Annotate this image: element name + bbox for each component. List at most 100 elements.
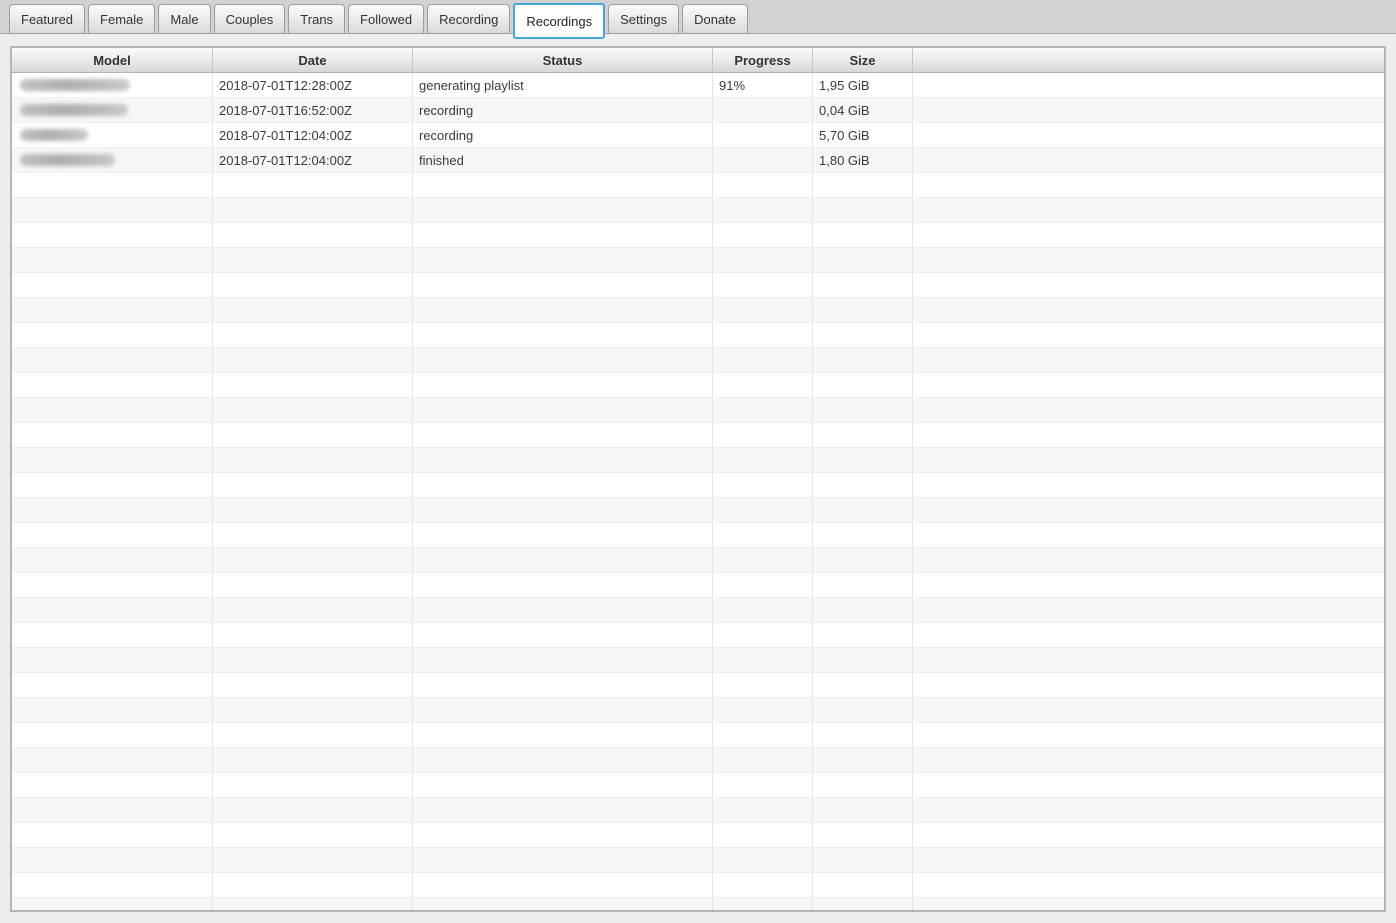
cell-extra [913,848,1384,872]
table-row[interactable]: 2018-07-01T16:52:00Z recording 0,04 GiB [12,98,1384,123]
cell-status [413,273,713,297]
tab-recording[interactable]: Recording [427,4,511,34]
tab-trans[interactable]: Trans [288,4,346,34]
cell-size [813,848,913,872]
cell-date [213,173,413,197]
table-header-row: Model Date Status Progress Size [12,48,1384,73]
cell-model [12,698,213,722]
tab-featured[interactable]: Featured [9,4,86,34]
tab-couples[interactable]: Couples [213,4,286,34]
cell-date: 2018-07-01T12:04:00Z [213,148,413,172]
cell-date [213,473,413,497]
table-row-empty [12,623,1384,648]
cell-progress [713,773,813,797]
cell-model [12,198,213,222]
cell-extra [913,373,1384,397]
cell-date [213,873,413,897]
cell-size [813,348,913,372]
cell-status [413,873,713,897]
cell-size [813,498,913,522]
cell-progress [713,573,813,597]
redacted-model-name [20,154,115,166]
cell-model [12,523,213,547]
cell-model [12,373,213,397]
cell-status [413,398,713,422]
table-row-empty [12,248,1384,273]
table-row-empty [12,898,1384,910]
cell-size [813,748,913,772]
cell-size [813,448,913,472]
cell-extra [913,548,1384,572]
cell-status: recording [413,98,713,122]
column-header-model[interactable]: Model [12,48,213,72]
cell-extra [913,873,1384,897]
cell-date [213,673,413,697]
cell-size [813,398,913,422]
cell-progress [713,298,813,322]
cell-model [12,273,213,297]
tab-recordings[interactable]: Recordings [513,3,606,39]
redacted-model-name [20,79,130,91]
table-row[interactable]: 2018-07-01T12:28:00Z generating playlist 9… [12,73,1384,98]
cell-date [213,373,413,397]
cell-status [413,648,713,672]
cell-model [12,423,213,447]
cell-extra [913,773,1384,797]
cell-date [213,698,413,722]
cell-status [413,448,713,472]
tab-male[interactable]: Male [158,4,211,34]
cell-extra [913,423,1384,447]
cell-size [813,323,913,347]
cell-status [413,223,713,247]
column-header-progress[interactable]: Progress [713,48,813,72]
cell-status [413,748,713,772]
cell-status [413,548,713,572]
column-header-extra[interactable] [913,48,1384,72]
cell-model [12,173,213,197]
tab-female[interactable]: Female [88,4,156,34]
table-row[interactable]: 2018-07-01T12:04:00Z recording 5,70 GiB [12,123,1384,148]
cell-status [413,173,713,197]
tab-donate[interactable]: Donate [682,4,749,34]
cell-size [813,898,913,910]
cell-model [12,73,213,97]
cell-progress [713,498,813,522]
cell-progress [713,198,813,222]
cell-model [12,223,213,247]
cell-progress [713,623,813,647]
cell-date [213,648,413,672]
cell-size [813,248,913,272]
cell-status [413,298,713,322]
table-row-empty [12,748,1384,773]
cell-progress [713,523,813,547]
cell-status [413,198,713,222]
cell-progress [713,348,813,372]
cell-date [213,448,413,472]
cell-model [12,123,213,147]
table-row-empty [12,648,1384,673]
recordings-table: Model Date Status Progress Size 2018-07-01T1… [10,46,1386,912]
cell-progress [713,148,813,172]
tab-followed[interactable]: Followed [348,4,425,34]
table-row-empty [12,873,1384,898]
cell-progress [713,873,813,897]
cell-model [12,898,213,910]
table-row[interactable]: 2018-07-01T12:04:00Z finished 1,80 GiB [12,148,1384,173]
cell-model [12,398,213,422]
cell-status [413,248,713,272]
cell-progress [713,223,813,247]
cell-size [813,648,913,672]
cell-extra [913,348,1384,372]
column-header-date[interactable]: Date [213,48,413,72]
cell-progress [713,823,813,847]
cell-extra [913,298,1384,322]
column-header-status[interactable]: Status [413,48,713,72]
column-header-size[interactable]: Size [813,48,913,72]
cell-model [12,748,213,772]
tab-settings[interactable]: Settings [608,4,680,34]
cell-status: finished [413,148,713,172]
table-row-empty [12,823,1384,848]
cell-model [12,723,213,747]
cell-model [12,98,213,122]
cell-size: 5,70 GiB [813,123,913,147]
